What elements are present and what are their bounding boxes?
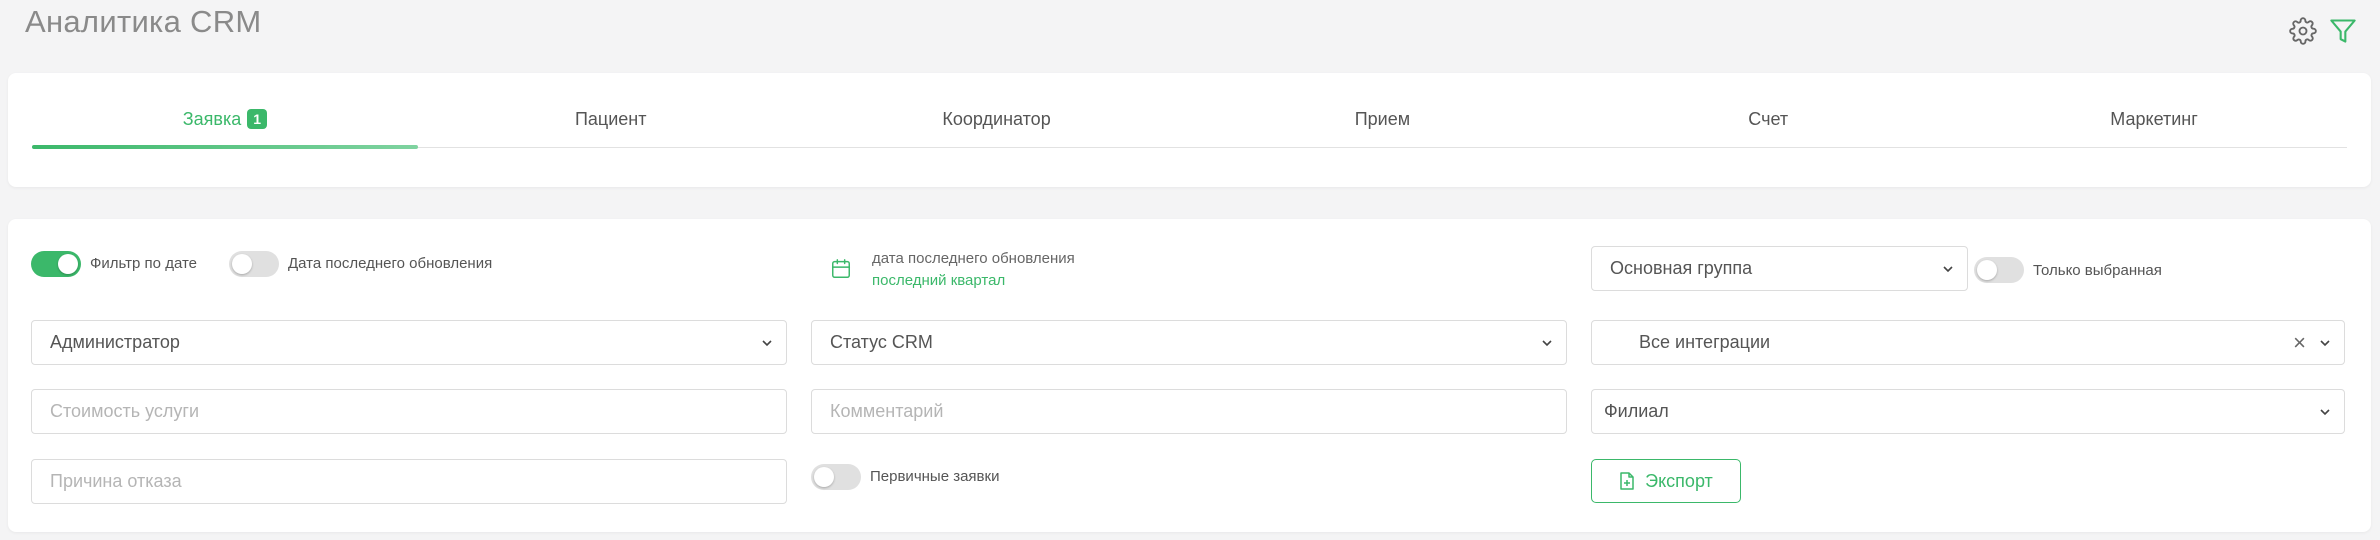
comment-placeholder: Комментарий (830, 401, 944, 421)
chevron-down-icon (1542, 340, 1552, 347)
administrator-value: Администратор (50, 332, 180, 352)
tab-label: Счет (1748, 109, 1789, 129)
date-range-label: дата последнего обновления (872, 250, 1075, 267)
tab-label: Пациент (574, 109, 647, 129)
branch-select[interactable]: Филиал (1591, 389, 2345, 434)
gear-icon[interactable] (2288, 16, 2318, 46)
export-button[interactable]: Экспорт (1591, 459, 1741, 503)
chevron-down-icon (2320, 340, 2330, 347)
export-label: Экспорт (1645, 470, 1713, 491)
last-update-toggle[interactable] (229, 251, 279, 277)
crm-status-value: Статус CRM (830, 332, 933, 352)
tab-label: Заявка (182, 109, 242, 129)
header-actions (2288, 16, 2358, 46)
clear-icon[interactable]: × (2293, 330, 2306, 356)
tab-coordinator[interactable]: Координатор (804, 101, 1190, 147)
refusal-reason-placeholder: Причина отказа (50, 471, 182, 491)
tab-label: Прием (1354, 109, 1411, 129)
tab-marketing[interactable]: Маркетинг (1961, 101, 2347, 147)
tab-appointment[interactable]: Прием (1189, 101, 1575, 147)
tab-bar: Заявка 1 Пациент Координатор Прием Счет … (32, 101, 2347, 149)
group-select-value: Основная группа (1610, 258, 1753, 278)
comment-input[interactable]: Комментарий (811, 389, 1567, 434)
chevron-down-icon (762, 340, 772, 347)
primary-requests-toggle[interactable] (811, 464, 861, 490)
chevron-down-icon (2320, 409, 2330, 416)
tab-invoice[interactable]: Счет (1575, 101, 1961, 147)
tabs-card: Заявка 1 Пациент Координатор Прием Счет … (8, 73, 2371, 187)
branch-value: Филиал (1604, 401, 1669, 421)
administrator-select[interactable]: Администратор (31, 320, 787, 365)
only-selected-toggle[interactable] (1974, 257, 2024, 283)
integrations-value: Все интеграции (1639, 332, 1771, 352)
count-badge: 1 (247, 109, 268, 129)
date-filter-toggle[interactable] (31, 251, 81, 277)
service-cost-input[interactable]: Стоимость услуги (31, 389, 787, 434)
refusal-reason-input[interactable]: Причина отказа (31, 459, 787, 504)
chevron-down-icon (1943, 266, 1953, 273)
tab-label: Маркетинг (2110, 109, 2198, 129)
service-cost-placeholder: Стоимость услуги (50, 401, 200, 421)
only-selected-label: Только выбранная (2033, 262, 2162, 279)
last-update-label: Дата последнего обновления (288, 255, 493, 272)
primary-requests-label: Первичные заявки (870, 468, 1000, 485)
group-select[interactable]: Основная группа (1591, 246, 1968, 291)
tab-request[interactable]: Заявка 1 (32, 101, 418, 149)
tab-label: Координатор (942, 109, 1051, 129)
crm-status-select[interactable]: Статус CRM (811, 320, 1567, 365)
page-title: Аналитика CRM (25, 4, 262, 39)
date-range-value[interactable]: последний квартал (872, 272, 1005, 289)
integrations-select[interactable]: Все интеграции × (1591, 320, 2345, 365)
filter-icon[interactable] (2328, 16, 2358, 46)
calendar-icon (832, 259, 850, 278)
tab-patient[interactable]: Пациент (418, 101, 804, 147)
date-filter-label: Фильтр по дате (90, 255, 197, 272)
file-export-icon (1620, 472, 1634, 490)
